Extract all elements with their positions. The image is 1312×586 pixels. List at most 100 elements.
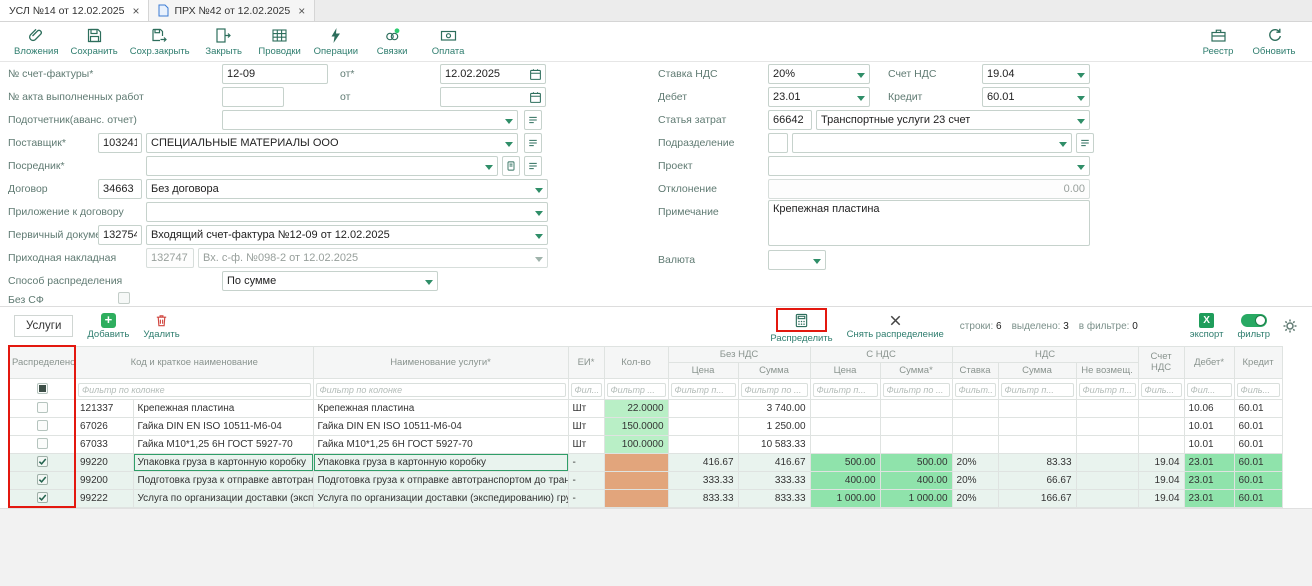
invoice-date-field[interactable] [440,64,546,84]
cell-debit[interactable]: 10.01 [1184,417,1234,435]
service-row[interactable]: 99220Упаковка груза в картонную коробкуУ… [9,453,1282,471]
cell-short-name[interactable]: Подготовка груза к отправке автотранспо.… [133,471,313,489]
col-header-service-name[interactable]: Наименование услуги* [313,346,568,378]
cell-price-vat[interactable] [810,399,880,417]
cost-item-select[interactable]: Транспортные услуги 23 счет [816,110,1090,130]
cell-vat-sum[interactable] [998,417,1076,435]
cell-debit[interactable]: 10.06 [1184,399,1234,417]
links-button[interactable]: Связки [366,25,418,59]
col-header-vat-account[interactable]: Счет НДС [1138,346,1184,378]
cell-vat-rate[interactable]: 20% [952,453,998,471]
no-sf-checkbox[interactable] [118,292,130,304]
invoice-number-input[interactable] [222,64,328,84]
cell-sum-novat[interactable]: 333.33 [738,471,810,489]
note-textarea[interactable] [768,200,1090,246]
intermediary-select[interactable] [146,156,498,176]
cell-sum-vat[interactable]: 400.00 [880,471,952,489]
tab-usl-document[interactable]: УСЛ №14 от 12.02.2025 × [0,0,149,21]
cell-sum-vat[interactable] [880,399,952,417]
cell-qty[interactable]: 150.0000 [604,417,668,435]
close-button[interactable]: Закрыть [198,25,250,59]
distributed-cell[interactable] [9,471,75,489]
col-header-vat-nonref[interactable]: Не возмещ. [1076,362,1138,378]
service-row[interactable]: 99222 Услуга по организации доставки (экс… [9,489,1282,507]
column-filter-input[interactable] [883,383,950,397]
cell-sum-vat[interactable] [880,435,952,453]
cell-price-vat[interactable] [810,417,880,435]
column-filter-input[interactable] [1001,383,1074,397]
contract-annex-select[interactable] [146,202,548,222]
cell-credit[interactable]: 60.01 [1234,453,1282,471]
service-row[interactable]: 121337Крепежная пластинаКрепежная пласти… [9,399,1282,417]
service-row[interactable]: 67026Гайка DIN EN ISO 10511-М6-04Гайка D… [9,417,1282,435]
save-close-button[interactable]: Сохр.закрыть [126,25,194,59]
cell-service-name[interactable]: Услуга по организации доставки (экспедир… [313,489,568,507]
col-header-unit[interactable]: ЕИ* [568,346,604,378]
cell-credit[interactable]: 60.01 [1234,489,1282,507]
cell-vat-nonref[interactable] [1076,435,1138,453]
distributed-checkbox[interactable] [37,492,48,503]
cell-vat-nonref[interactable] [1076,453,1138,471]
col-header-qty[interactable]: Кол-во [604,346,668,378]
refresh-button[interactable]: Обновить [1248,25,1300,59]
cell-service-name[interactable]: Гайка М10*1,25 6Н ГОСТ 5927-70 [313,435,568,453]
cell-vat-rate[interactable]: 20% [952,471,998,489]
filter-toggle[interactable]: фильтр [1237,312,1270,340]
cell-credit[interactable]: 60.01 [1234,471,1282,489]
cell-unit[interactable]: Шт [568,435,604,453]
cell-price-novat[interactable]: 416.67 [668,453,738,471]
distributed-cell[interactable] [9,417,75,435]
undistribute-button[interactable]: Снять распределение [847,312,944,340]
act-date-field[interactable] [440,87,546,107]
cell-vat-rate[interactable]: 20% [952,489,998,507]
cell-unit[interactable]: - [568,471,604,489]
cell-code[interactable]: 99220 [75,453,133,471]
tab-close-icon[interactable]: × [298,5,305,17]
cell-vat-rate[interactable] [952,399,998,417]
supplier-list-button[interactable] [524,133,542,153]
intermediary-list-button[interactable] [524,156,542,176]
cell-price-novat[interactable] [668,435,738,453]
cell-vat-rate[interactable] [952,435,998,453]
column-filter-input[interactable] [955,383,996,397]
cell-service-name[interactable]: Упаковка груза в картонную коробку [313,453,568,471]
cell-price-novat[interactable] [668,417,738,435]
cell-short-name[interactable]: Упаковка груза в картонную коробку [133,453,313,471]
column-filter-input[interactable] [78,383,311,397]
service-row[interactable]: 67033Гайка М10*1,25 6Н ГОСТ 5927-70Гайка… [9,435,1282,453]
primary-doc-code-input[interactable] [98,225,142,245]
cell-short-name[interactable]: Гайка М10*1,25 6Н ГОСТ 5927-70 [133,435,313,453]
cell-sum-novat[interactable]: 10 583.33 [738,435,810,453]
contract-code-input[interactable] [98,179,142,199]
payment-button[interactable]: Оплата [422,25,474,59]
cell-code[interactable]: 67026 [75,417,133,435]
cell-vat-sum[interactable] [998,399,1076,417]
cell-debit[interactable]: 23.01 [1184,471,1234,489]
cell-vat-account[interactable]: 19.04 [1138,471,1184,489]
cell-price-vat[interactable] [810,435,880,453]
cell-code[interactable]: 121337 [75,399,133,417]
cell-code[interactable]: 99222 [75,489,133,507]
division-list-button[interactable] [1076,133,1094,153]
cell-sum-novat[interactable]: 833.33 [738,489,810,507]
cost-item-code-input[interactable] [768,110,812,130]
supplier-select[interactable]: СПЕЦИАЛЬНЫЕ МАТЕРИАЛЫ ООО [146,133,518,153]
distributed-cell[interactable] [9,399,75,417]
act-date-input[interactable] [445,91,520,103]
col-header-sum-vat[interactable]: Сумма* [880,362,952,378]
cell-price-vat[interactable]: 1 000.00 [810,489,880,507]
col-header-price-novat[interactable]: Цена [668,362,738,378]
distributed-checkbox[interactable] [37,438,48,449]
distributed-checkbox[interactable] [37,402,48,413]
cell-qty[interactable]: 100.0000 [604,435,668,453]
column-filter-input[interactable] [1079,383,1136,397]
distributed-checkbox[interactable] [37,456,48,467]
cell-short-name[interactable]: Гайка DIN EN ISO 10511-М6-04 [133,417,313,435]
attachments-button[interactable]: Вложения [10,25,63,59]
cell-vat-account[interactable] [1138,399,1184,417]
project-select[interactable] [768,156,1090,176]
col-header-debit[interactable]: Дебет* [1184,346,1234,378]
cell-vat-account[interactable] [1138,435,1184,453]
cell-credit[interactable]: 60.01 [1234,399,1282,417]
save-button[interactable]: Сохранить [67,25,122,59]
